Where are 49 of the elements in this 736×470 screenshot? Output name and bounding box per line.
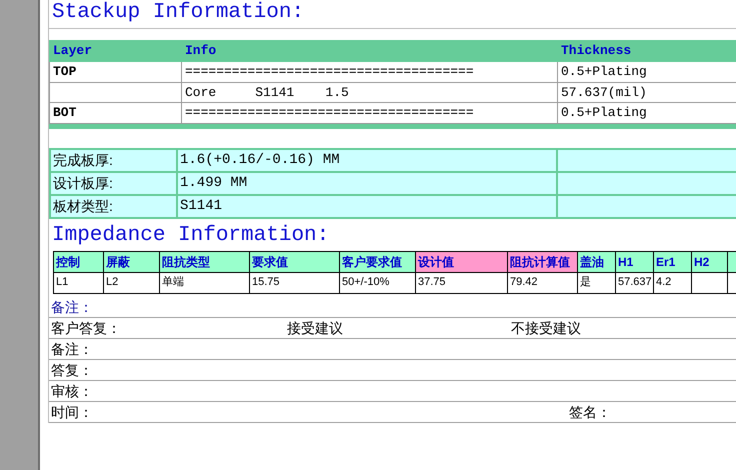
table-cell: 是 <box>578 272 616 293</box>
column-header: 要求值 <box>250 251 340 272</box>
column-header: Layer <box>50 40 182 62</box>
option-label: 接受建议 <box>287 318 344 338</box>
column-header: H1 <box>616 251 654 272</box>
row-label: 设计板厚: <box>50 172 177 194</box>
field-value: 1.499 MM <box>177 172 557 194</box>
section-title: Stackup Information: <box>52 1 304 24</box>
table-cell: L1 <box>54 272 104 293</box>
table-cell: 0.5+Plating <box>558 62 736 82</box>
table-cell: ===================================== <box>182 102 558 123</box>
table-cell: 57.637(mil) <box>558 82 736 102</box>
table-cell: 4.2 <box>654 272 692 293</box>
table-cell: 15.75 <box>250 272 340 293</box>
option-label: 不接受建议 <box>511 318 581 338</box>
table-cell: TOP <box>50 62 182 82</box>
column-header: 控制 <box>54 251 104 272</box>
row-label: 审核： <box>51 382 93 400</box>
column-header: Info <box>182 40 558 62</box>
table-cell: 0.5+Plating <box>558 102 736 123</box>
table-cell: BOT <box>50 102 182 123</box>
section-title: Impedance Information: <box>52 224 330 246</box>
row-label: 答复： <box>51 360 93 380</box>
column-header: Thickness <box>558 40 736 62</box>
table-cell: Core S1141 1.5 <box>182 82 558 102</box>
table-cell: ===================================== <box>182 62 558 82</box>
row-label: 备注： <box>51 340 93 358</box>
column-header: 阻抗类型 <box>160 251 250 272</box>
column-header: 阻抗计算值 <box>508 251 578 272</box>
table-cell: 79.42 <box>508 272 578 293</box>
row-label: 板材类型: <box>50 194 177 218</box>
column-header: Er1 <box>654 251 692 272</box>
table-cell: 37.75 <box>416 272 508 293</box>
column-header: H2 <box>692 251 728 272</box>
column-header: 设计值 <box>416 251 508 272</box>
field-value: 1.6(+0.16/-0.16) MM <box>177 148 557 172</box>
field-value: S1141 <box>177 194 557 218</box>
row-label: 时间： <box>51 402 94 422</box>
table-cell: 单端 <box>160 272 250 293</box>
row-label: 客户答复： <box>51 318 122 338</box>
row-label: 签名： <box>569 402 611 422</box>
table-cell: 57.637 <box>616 272 654 293</box>
table-cell: L2 <box>104 272 160 293</box>
column-header: 屏蔽 <box>104 251 160 272</box>
row-label: 完成板厚: <box>50 148 177 172</box>
table-cell: 50+/-10% <box>340 272 416 293</box>
remarks-heading: 备注： <box>51 298 93 316</box>
column-header: 盖油 <box>578 251 616 272</box>
column-header: 客户要求值 <box>340 251 416 272</box>
